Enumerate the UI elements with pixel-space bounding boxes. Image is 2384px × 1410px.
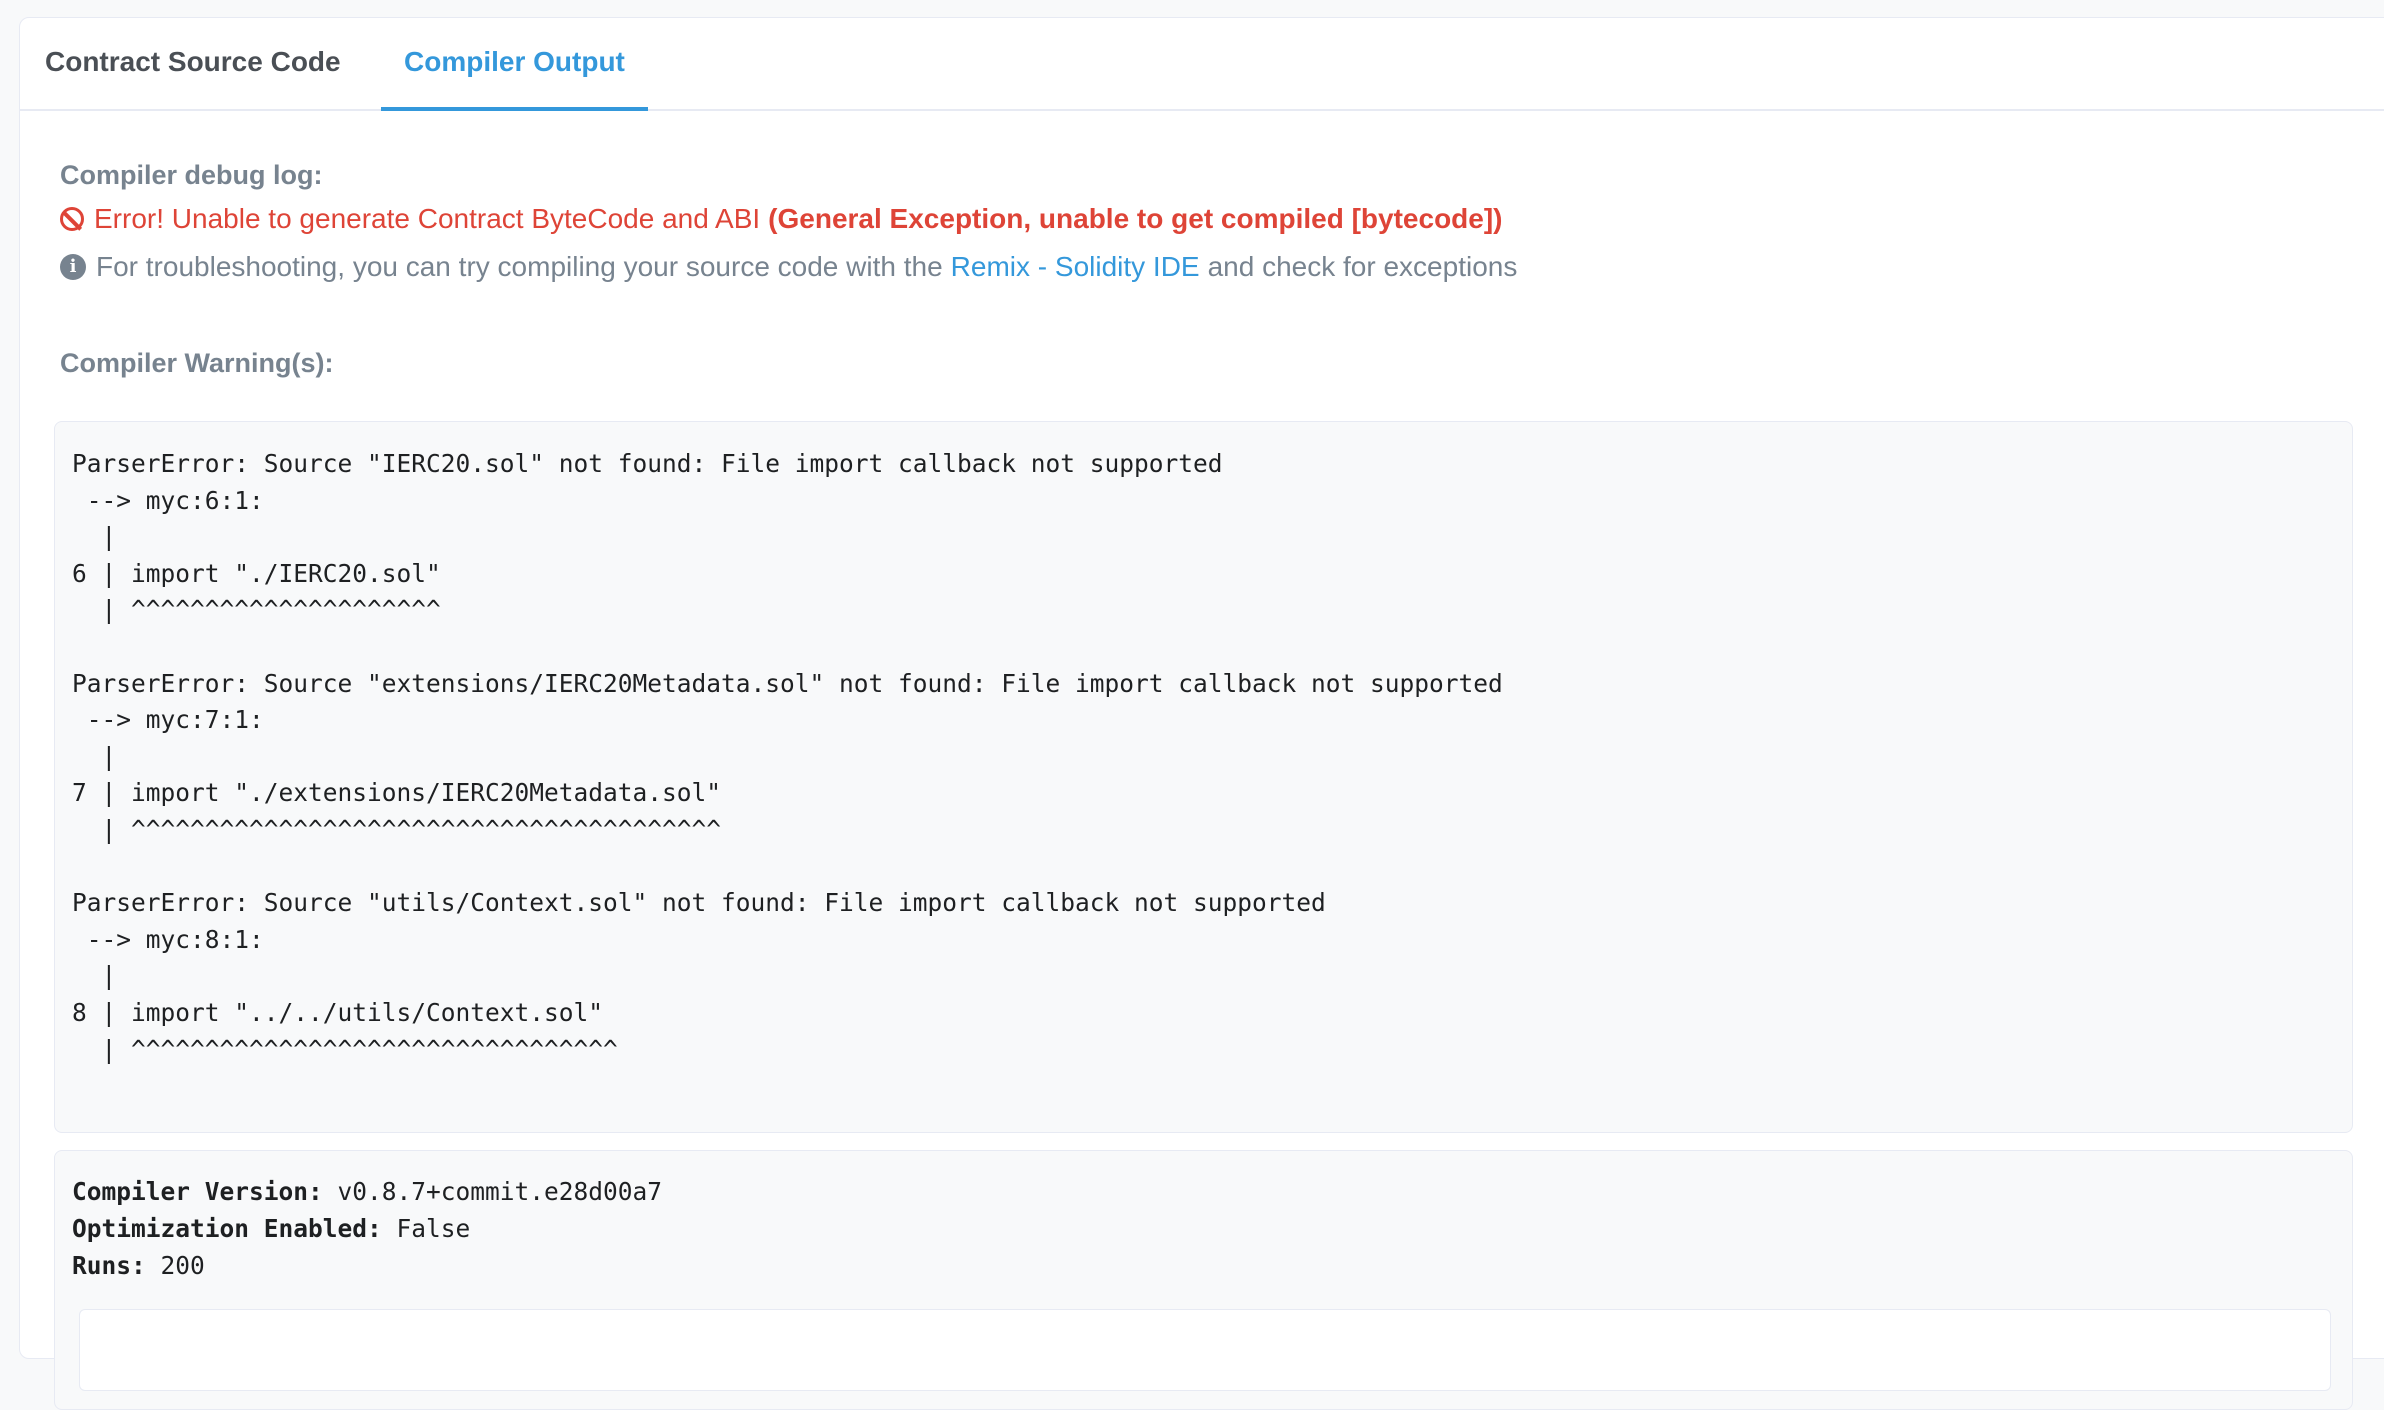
compiler-warnings-log: ParserError: Source "IERC20.sol" not fou… (72, 449, 1503, 1064)
info-suffix: and check for exceptions (1207, 251, 1518, 282)
tab-contract-source-code[interactable]: Contract Source Code (45, 18, 341, 109)
warnings-heading: Compiler Warning(s): (60, 348, 334, 378)
compiler-version-value: v0.8.7+commit.e28d00a7 (322, 1177, 663, 1206)
compiler-settings-box: Compiler Version: v0.8.7+commit.e28d00a7… (54, 1150, 2353, 1410)
optimization-label: Optimization Enabled: (72, 1214, 382, 1243)
bytecode-box (79, 1309, 2331, 1391)
error-message: Error! Unable to generate Contract ByteC… (60, 203, 1503, 235)
compiler-output-card: Contract Source Code Compiler Output Com… (19, 17, 2384, 1410)
compiler-warnings-box: ParserError: Source "IERC20.sol" not fou… (54, 421, 2353, 1133)
error-detail: (General Exception, unable to get compil… (768, 203, 1503, 234)
optimization-value: False (381, 1214, 471, 1243)
runs-label: Runs: (72, 1251, 146, 1280)
troubleshooting-info: i For troubleshooting, you can try compi… (60, 251, 1517, 283)
runs-value: 200 (145, 1251, 205, 1280)
runs-row: Runs: 200 (72, 1247, 2335, 1284)
optimization-row: Optimization Enabled: False (72, 1210, 2335, 1247)
compiler-version-label: Compiler Version: (72, 1177, 323, 1206)
tab-bar: Contract Source Code Compiler Output (20, 18, 2384, 111)
debug-log-heading: Compiler debug log: (60, 160, 323, 190)
info-icon: i (60, 254, 86, 280)
ban-icon (60, 207, 84, 231)
tab-compiler-output[interactable]: Compiler Output (381, 18, 648, 111)
error-text: Error! Unable to generate Contract ByteC… (94, 203, 761, 234)
remix-ide-link[interactable]: Remix - Solidity IDE (951, 251, 1200, 283)
info-prefix: For troubleshooting, you can try compili… (96, 251, 943, 282)
compiler-version-row: Compiler Version: v0.8.7+commit.e28d00a7 (72, 1173, 2335, 1210)
